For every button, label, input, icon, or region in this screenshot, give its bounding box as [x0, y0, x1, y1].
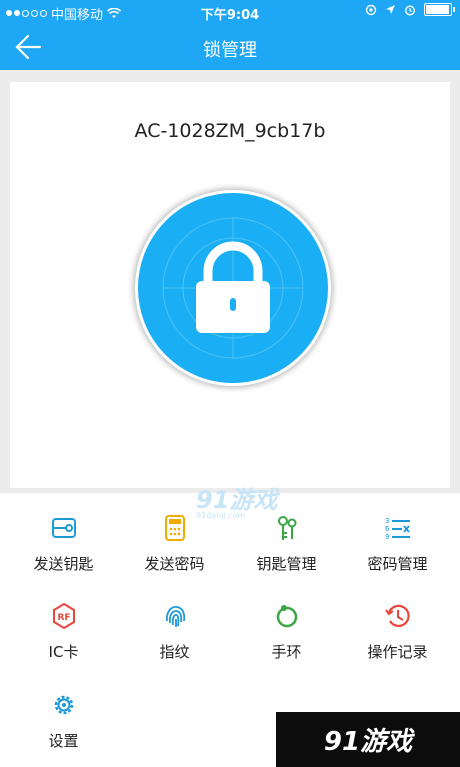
- svg-text:RF: RF: [57, 613, 70, 623]
- menu-label: 设置: [48, 732, 79, 750]
- send-password-icon: [164, 515, 185, 541]
- menu-key-management[interactable]: 钥匙管理: [229, 513, 344, 574]
- svg-text:3: 3: [385, 517, 389, 525]
- menu-wristband[interactable]: 手环: [229, 601, 344, 662]
- lock-card: AC-1028ZM_9cb17b: [10, 82, 450, 488]
- page-title: 锁管理: [203, 40, 257, 61]
- svg-text:9: 9: [385, 533, 389, 541]
- menu-label: 操作记录: [367, 643, 428, 661]
- location-icon: [386, 5, 395, 14]
- alarm-icon: [404, 4, 416, 16]
- operation-log-icon: [384, 604, 410, 627]
- menu-operation-log[interactable]: 操作记录: [340, 601, 455, 662]
- wristband-icon: [276, 605, 297, 628]
- watermark-corner-logo: 91游戏: [276, 712, 460, 767]
- menu-password-management[interactable]: 3 6 9 密码管理: [340, 513, 455, 574]
- rotation-lock-icon: [365, 4, 377, 15]
- menu-fingerprint[interactable]: 指纹: [117, 601, 232, 662]
- lock-button[interactable]: [135, 190, 331, 386]
- menu-label: 密码管理: [367, 555, 428, 573]
- password-management-icon: 3 6 9: [385, 517, 410, 541]
- menu-label: IC卡: [48, 643, 79, 661]
- menu-label: 手环: [271, 643, 302, 661]
- menu-ic-card[interactable]: RF IC卡: [6, 601, 121, 662]
- lock-icon: [162, 217, 304, 359]
- menu-label: 发送密码: [144, 555, 205, 573]
- svg-text:6: 6: [385, 525, 390, 533]
- menu-label: 钥匙管理: [256, 555, 317, 573]
- fingerprint-icon: [165, 606, 185, 627]
- send-key-icon: [51, 518, 76, 538]
- menu-send-password[interactable]: 发送密码: [117, 513, 232, 574]
- menu-label: 发送钥匙: [33, 555, 94, 573]
- ic-card-icon: RF: [52, 602, 75, 630]
- menu-settings[interactable]: 设置: [6, 690, 121, 751]
- nav-bar: 锁管理: [0, 24, 460, 70]
- status-bar: 中国移动 下午9:04: [0, 0, 460, 24]
- battery-icon: [424, 3, 455, 16]
- settings-icon: [54, 695, 73, 715]
- status-right: [365, 3, 455, 16]
- device-name: AC-1028ZM_9cb17b: [134, 120, 326, 142]
- menu-label: 指纹: [159, 643, 190, 661]
- watermark-logo: 91游戏 91danji.com: [196, 486, 278, 520]
- menu-send-key[interactable]: 发送钥匙: [6, 513, 121, 574]
